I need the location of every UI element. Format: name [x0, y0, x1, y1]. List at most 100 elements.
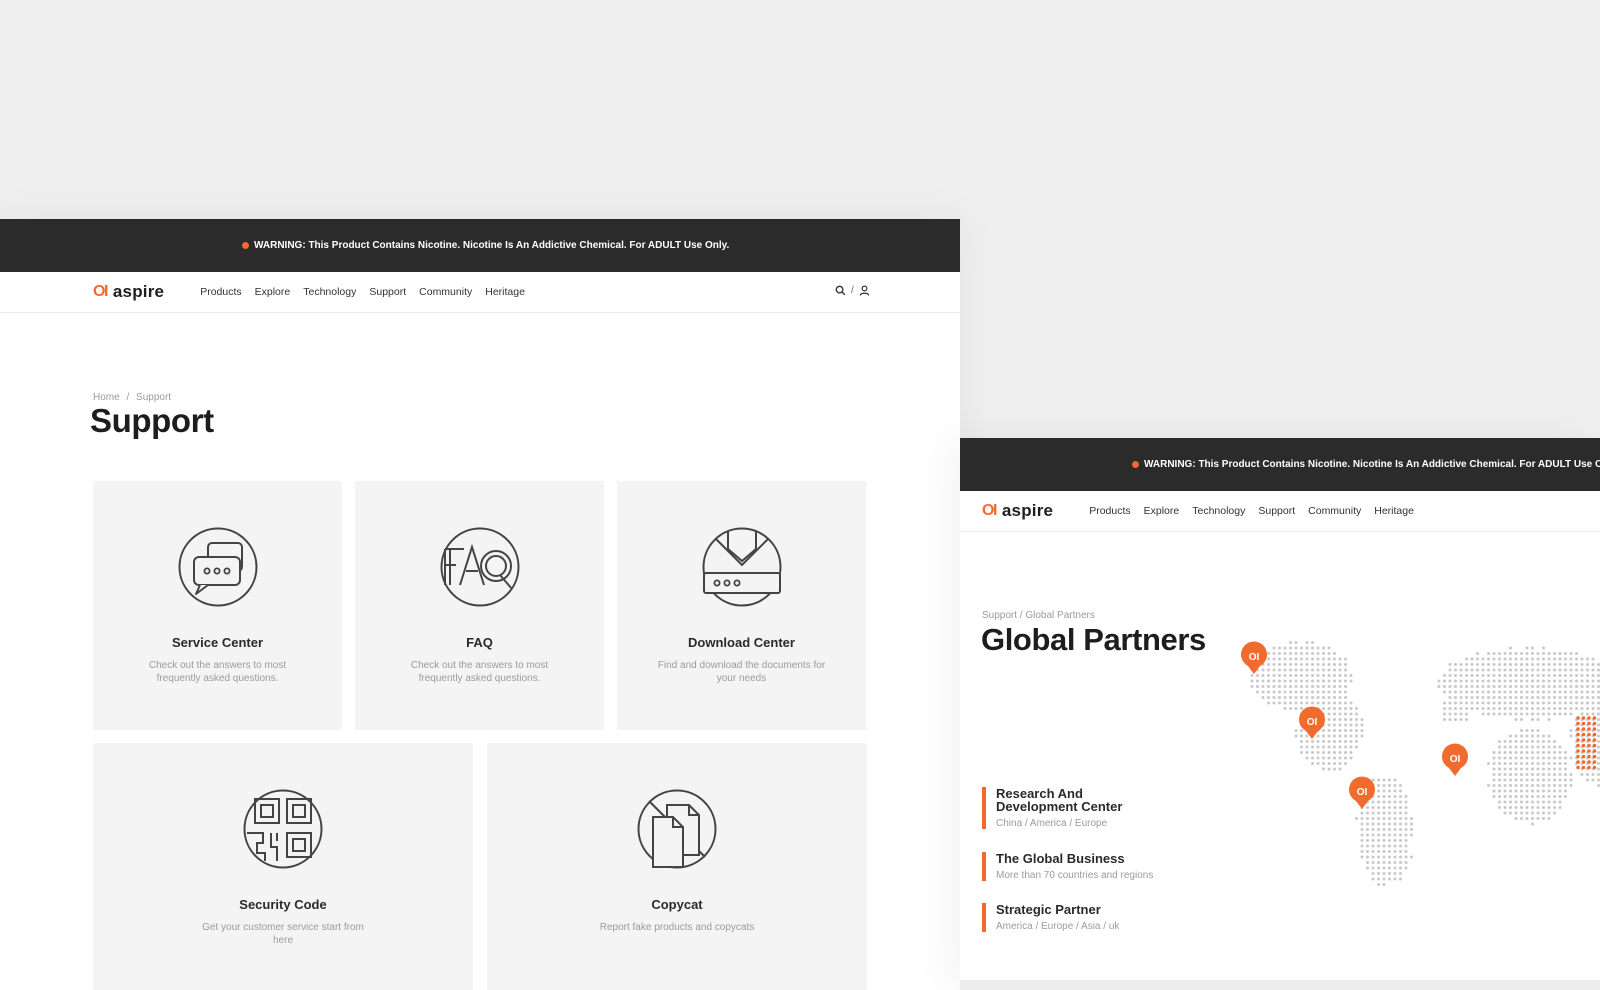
map-highlight-dot	[1592, 760, 1597, 764]
aspire-logo[interactable]: OI aspire	[93, 282, 164, 302]
map-dot	[1327, 734, 1331, 738]
map-highlight-dot	[1581, 716, 1586, 720]
map-dot	[1553, 789, 1556, 793]
security-code-card[interactable]: Security Code Get your customer service …	[93, 743, 473, 990]
map-dot	[1487, 663, 1490, 666]
nav-explore[interactable]: Explore	[255, 286, 291, 298]
map-dot	[1404, 850, 1408, 853]
map-pin-icon[interactable]: OI	[1349, 776, 1375, 809]
service-center-card[interactable]: Service Center Check out the answers to …	[93, 481, 342, 730]
map-dot	[1558, 789, 1562, 793]
map-dot	[1569, 652, 1573, 655]
map-dot	[1520, 762, 1523, 765]
user-icon[interactable]	[859, 285, 870, 296]
map-dot	[1531, 734, 1534, 738]
map-dot	[1492, 789, 1496, 793]
map-dot	[1465, 712, 1468, 716]
map-dot	[1586, 685, 1589, 688]
search-icon[interactable]	[835, 285, 846, 296]
map-dot	[1531, 756, 1534, 760]
map-dot	[1520, 663, 1523, 666]
map-dot	[1305, 745, 1309, 749]
map-dot	[1388, 778, 1391, 782]
download-center-card[interactable]: Download Center Find and download the do…	[617, 481, 866, 730]
map-dot	[1454, 696, 1457, 699]
nav-products[interactable]: Products	[200, 286, 241, 298]
map-dot	[1311, 696, 1314, 699]
nav-support[interactable]: Support	[369, 286, 406, 298]
map-dot	[1531, 740, 1534, 743]
map-dot	[1531, 646, 1534, 650]
map-dot	[1338, 745, 1342, 749]
map-dot	[1344, 668, 1347, 672]
map-dot	[1569, 674, 1573, 677]
map-dot	[1575, 701, 1578, 705]
map-dot	[1300, 657, 1303, 661]
map-dot	[1531, 718, 1534, 721]
nav-community[interactable]: Community	[419, 286, 472, 298]
aspire-logo[interactable]: OI aspire	[982, 501, 1053, 521]
map-dot	[1520, 734, 1523, 738]
nav-heritage[interactable]: Heritage	[485, 286, 525, 298]
nav-products[interactable]: Products	[1089, 505, 1130, 517]
map-dot	[1338, 690, 1342, 694]
nav-technology[interactable]: Technology	[1192, 505, 1245, 517]
map-dot	[1536, 663, 1540, 666]
map-dot	[1399, 872, 1402, 875]
map-pin-icon[interactable]: OI	[1442, 743, 1468, 776]
map-dot	[1250, 674, 1254, 677]
nav-technology[interactable]: Technology	[303, 286, 356, 298]
partner-subtitle: China / America / Europe	[996, 818, 1108, 829]
map-dot	[1553, 690, 1556, 694]
map-dot	[1547, 685, 1551, 688]
map-dot	[1547, 674, 1551, 677]
map-dot	[1283, 679, 1287, 683]
map-dot	[1272, 646, 1276, 650]
map-pin-icon[interactable]: OI	[1299, 706, 1325, 739]
map-dot	[1327, 723, 1331, 727]
map-dot	[1503, 800, 1507, 804]
map-dot	[1542, 734, 1545, 738]
map-dot	[1564, 679, 1567, 683]
map-dot	[1492, 663, 1496, 666]
map-dot	[1360, 850, 1364, 853]
map-highlight-dot	[1587, 743, 1591, 748]
faq-card[interactable]: FAQ Check out the answers to most freque…	[355, 481, 604, 730]
nav-explore[interactable]: Explore	[1144, 505, 1180, 517]
map-dot	[1322, 685, 1325, 688]
partner-item-research[interactable]: Research And Development Center China / …	[982, 787, 1122, 829]
map-dot	[1476, 674, 1479, 677]
nav-community[interactable]: Community	[1308, 505, 1361, 517]
map-dot	[1311, 685, 1314, 688]
map-dot	[1278, 685, 1281, 688]
map-dot	[1327, 745, 1331, 749]
nav-heritage[interactable]: Heritage	[1374, 505, 1414, 517]
partner-title-line2: Development Center	[996, 799, 1123, 814]
map-highlight-dot	[1581, 721, 1586, 726]
partner-item-strategic[interactable]: Strategic Partner America / Europe / Asi…	[982, 903, 1119, 932]
map-dot	[1355, 729, 1358, 732]
map-dot	[1531, 663, 1534, 666]
map-dot	[1525, 789, 1529, 793]
map-dot	[1305, 690, 1309, 694]
map-highlight-dot	[1576, 743, 1580, 748]
map-dot	[1542, 707, 1545, 710]
map-dot	[1399, 839, 1402, 842]
map-dot	[1525, 652, 1529, 655]
map-dot	[1531, 751, 1534, 754]
map-dot	[1580, 685, 1584, 688]
map-dot	[1311, 663, 1314, 666]
map-dot	[1360, 734, 1364, 738]
map-dot	[1316, 734, 1320, 738]
world-dot-map: OI OI OI OI	[1241, 641, 1600, 886]
copycat-card[interactable]: Copycat Report fake products and copycat…	[487, 743, 867, 990]
qr-code-icon	[243, 789, 323, 869]
map-dot	[1404, 855, 1408, 859]
map-dot	[1531, 811, 1534, 815]
nav-support[interactable]: Support	[1258, 505, 1295, 517]
map-dot	[1531, 789, 1534, 793]
map-dot	[1294, 690, 1298, 694]
map-dot	[1553, 663, 1556, 666]
partner-item-global-business[interactable]: The Global Business More than 70 countri…	[982, 852, 1153, 881]
map-dot	[1443, 674, 1446, 677]
